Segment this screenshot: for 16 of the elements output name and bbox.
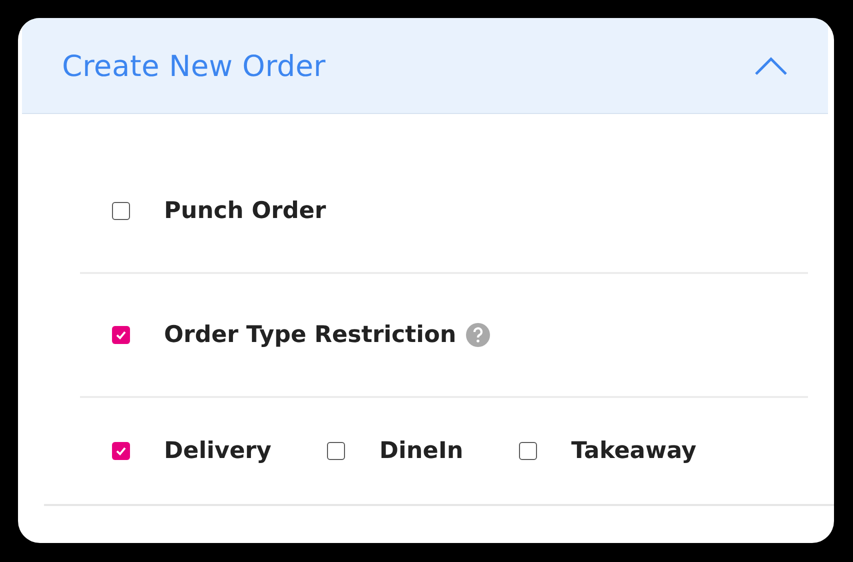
- order-type-label: DineIn: [379, 438, 464, 464]
- option-label: Punch Order: [164, 198, 326, 224]
- checkbox[interactable]: [112, 442, 130, 460]
- chevron-icon[interactable]: [754, 56, 788, 76]
- checkbox[interactable]: [519, 442, 538, 460]
- help-icon[interactable]: [466, 323, 490, 347]
- checkbox[interactable]: [112, 326, 130, 344]
- option-label: Order Type Restriction: [164, 322, 456, 348]
- checkbox[interactable]: [112, 202, 130, 220]
- panel-header[interactable]: Create New Order: [22, 18, 828, 114]
- panel-title: Create New Order: [62, 48, 326, 82]
- checkmark-icon: [115, 445, 127, 457]
- order-type-label: Takeaway: [571, 438, 696, 464]
- checkbox[interactable]: [327, 442, 346, 460]
- checkmark-icon: [115, 329, 127, 341]
- order-type-label: Delivery: [164, 438, 272, 464]
